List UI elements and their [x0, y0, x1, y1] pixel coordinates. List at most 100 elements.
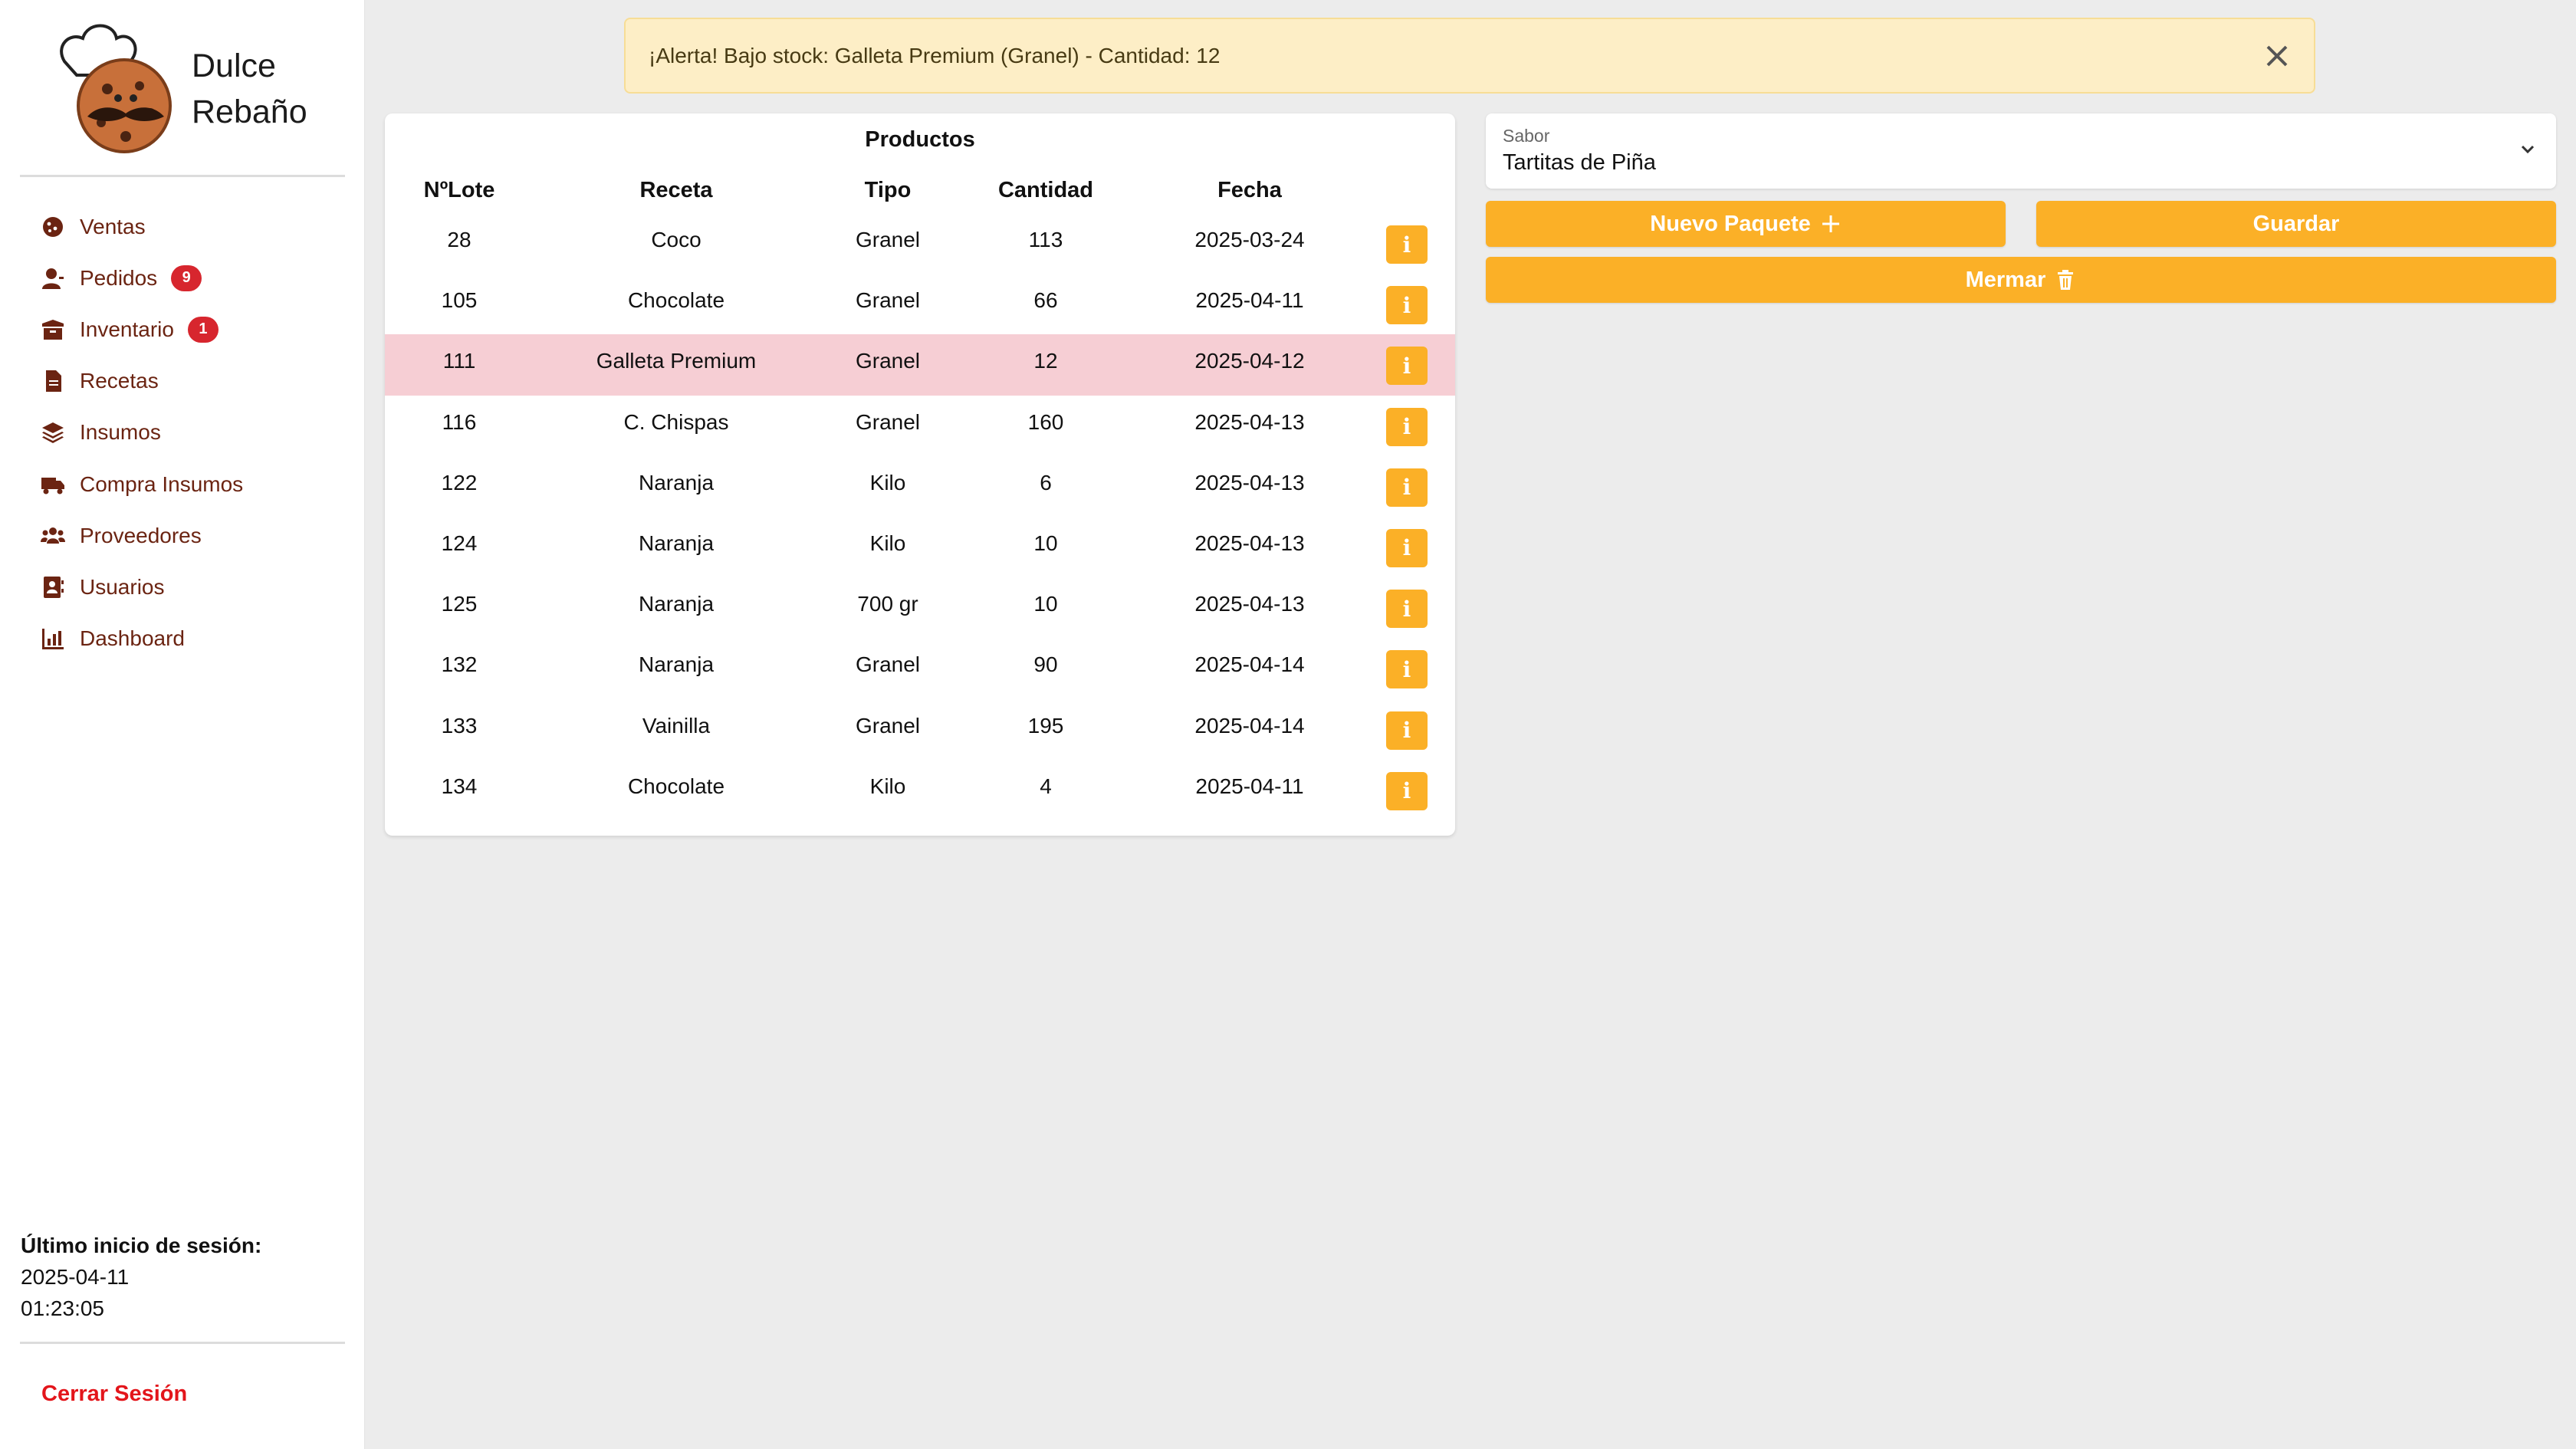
cell-fecha: 2025-04-11 [1195, 774, 1304, 798]
mermar-button[interactable]: Mermar [1486, 257, 2556, 303]
info-button[interactable]: i [1386, 347, 1428, 386]
cell-receta: Naranja [638, 531, 715, 555]
nuevo-paquete-button[interactable]: Nuevo Paquete [1486, 201, 2006, 247]
cell-tipo: Granel [855, 349, 921, 373]
cell-lote: 125 [441, 592, 478, 616]
products-card: Productos NºLote Receta Tipo Cantidad Fe… [385, 113, 1455, 836]
sidebar-item-recetas[interactable]: Recetas [38, 356, 345, 407]
sidebar-item-dashboard[interactable]: Dashboard [38, 613, 345, 665]
box-icon [38, 317, 67, 343]
sidebar-item-ventas[interactable]: Ventas [38, 201, 345, 252]
table-row: 124 Naranja Kilo 10 2025-04-13 i [385, 517, 1455, 577]
sidebar-item-label: Usuarios [80, 574, 165, 599]
cell-lote: 105 [441, 288, 478, 313]
cell-lote: 134 [441, 774, 478, 798]
sidebar-item-label: Ventas [80, 214, 146, 238]
cell-tipo: 700 gr [857, 592, 918, 616]
address-book-icon [38, 574, 67, 600]
nuevo-paquete-label: Nuevo Paquete [1650, 211, 1811, 236]
sidebar-item-insumos[interactable]: Insumos [38, 407, 345, 458]
cell-cantidad: 4 [1040, 774, 1052, 798]
info-button[interactable]: i [1386, 711, 1428, 750]
cell-lote: 122 [441, 470, 478, 495]
info-button[interactable]: i [1386, 650, 1428, 689]
sidebar-item-proveedores[interactable]: Proveedores [38, 510, 345, 561]
cell-receta: Naranja [638, 652, 715, 677]
cell-cantidad: 195 [1027, 713, 1064, 738]
cell-lote: 132 [441, 652, 478, 677]
table-row: 28 Coco Granel 113 2025-03-24 i [385, 213, 1455, 274]
brand-name-line2: Rebaño [192, 94, 307, 130]
cell-fecha: 2025-04-13 [1194, 409, 1305, 434]
info-button[interactable]: i [1386, 225, 1428, 264]
info-button[interactable]: i [1386, 407, 1428, 446]
cell-receta: Coco [651, 228, 702, 251]
cell-lote: 111 [442, 349, 476, 373]
cookie-icon [38, 214, 67, 240]
alert-text: ¡Alerta! Bajo stock: Galleta Premium (Gr… [649, 43, 1221, 67]
cell-fecha: 2025-04-11 [1195, 288, 1304, 313]
info-button[interactable]: i [1386, 590, 1428, 629]
sidebar-item-usuarios[interactable]: Usuarios [38, 561, 345, 613]
cell-tipo: Kilo [869, 470, 906, 495]
cell-receta: Galleta Premium [596, 349, 757, 373]
brand-name: Dulce Rebaño [192, 43, 345, 135]
cell-lote: 133 [441, 713, 478, 738]
sidebar: Dulce Rebaño Ventas Pedidos 9 Inventario… [0, 0, 365, 1449]
sidebar-item-label: Compra Insumos [80, 472, 244, 496]
table-row: 134 Chocolate Kilo 4 2025-04-11 i [385, 760, 1455, 820]
sabor-select[interactable]: Sabor Tartitas de Piña [1486, 113, 2556, 189]
sidebar-item-inventario[interactable]: Inventario 1 [38, 304, 345, 355]
cell-cantidad: 90 [1033, 652, 1058, 677]
cell-cantidad: 12 [1033, 349, 1058, 373]
cookie-chef-logo [54, 15, 184, 153]
cell-fecha: 2025-04-14 [1194, 713, 1305, 738]
guardar-label: Guardar [2252, 211, 2340, 236]
sidebar-item-pedidos[interactable]: Pedidos 9 [38, 252, 345, 304]
document-icon [38, 368, 67, 394]
mermar-label: Mermar [1965, 267, 2046, 292]
table-header: NºLote Receta Tipo Cantidad Fecha [385, 167, 1455, 213]
cell-fecha: 2025-03-24 [1194, 228, 1305, 251]
cell-fecha: 2025-04-13 [1194, 470, 1305, 495]
sidebar-item-compra-insumos[interactable]: Compra Insumos [38, 458, 345, 510]
table-row: 125 Naranja 700 gr 10 2025-04-13 i [385, 577, 1455, 638]
brand-name-line1: Dulce [192, 48, 276, 84]
user-icon [38, 265, 67, 291]
sidebar-item-label: Proveedores [80, 523, 202, 547]
trash-icon [2058, 270, 2074, 290]
cell-lote: 124 [441, 531, 478, 555]
sidebar-item-label: Recetas [80, 369, 159, 393]
table-body: 28 Coco Granel 113 2025-03-24 i 105 Chocolate Gr… [385, 213, 1455, 820]
sidebar-item-label: Inventario [80, 317, 174, 341]
cell-tipo: Granel [855, 228, 921, 251]
table-row: 133 Vainilla Granel 195 2025-04-14 i [385, 699, 1455, 760]
brand[interactable]: Dulce Rebaño [54, 15, 345, 153]
info-button[interactable]: i [1386, 528, 1428, 567]
info-button[interactable]: i [1386, 771, 1428, 810]
products-title: Productos [865, 127, 975, 152]
sidebar-nav: Ventas Pedidos 9 Inventario 1 Recetas In… [38, 201, 345, 665]
guardar-button[interactable]: Guardar [2036, 201, 2556, 247]
cell-receta: Chocolate [627, 774, 725, 798]
cell-cantidad: 6 [1040, 470, 1052, 495]
column-header-receta: Receta [639, 178, 713, 202]
users-icon [38, 523, 67, 549]
info-button[interactable]: i [1386, 468, 1428, 507]
cell-cantidad: 10 [1033, 592, 1058, 616]
cell-cantidad: 160 [1027, 409, 1064, 434]
info-button[interactable]: i [1386, 286, 1428, 325]
close-icon[interactable] [2260, 39, 2294, 73]
cell-cantidad: 66 [1033, 288, 1058, 313]
cell-tipo: Granel [855, 713, 921, 738]
cell-tipo: Granel [855, 652, 921, 677]
logout-button[interactable]: Cerrar Sesión [41, 1382, 187, 1407]
table-row: 116 C. Chispas Granel 160 2025-04-13 i [385, 396, 1455, 456]
table-row: 132 Naranja Granel 90 2025-04-14 i [385, 638, 1455, 698]
sidebar-item-label: Dashboard [80, 626, 185, 651]
cell-cantidad: 10 [1033, 531, 1058, 555]
last-login-info: Último inicio de sesión: 2025-04-11 01:2… [21, 1230, 343, 1324]
plus-icon [1822, 215, 1839, 232]
pedidos-count-badge: 9 [171, 264, 202, 291]
truck-icon [38, 472, 67, 498]
